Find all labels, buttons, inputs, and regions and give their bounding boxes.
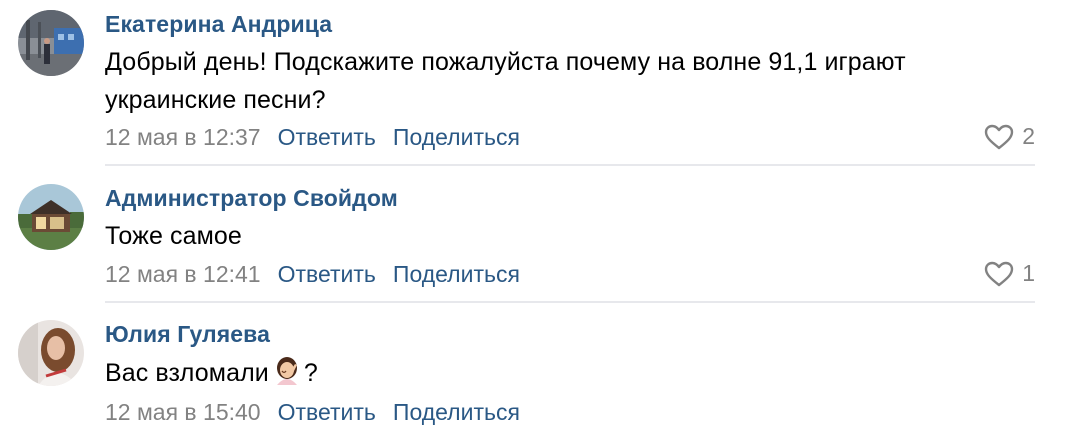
share-button[interactable]: Поделиться: [393, 261, 520, 288]
comment: Администратор Свойдом Тоже самое 12 мая …: [0, 166, 1066, 304]
comment-text-part: ?: [303, 359, 318, 387]
comment-text: Добрый день! Подскажите пожалуйста почем…: [105, 48, 906, 114]
comment-date[interactable]: 12 мая в 15:40: [105, 399, 261, 426]
avatar[interactable]: [18, 184, 84, 250]
heart-icon: [984, 124, 1014, 150]
like-count: 2: [1022, 123, 1035, 149]
heart-icon: [984, 261, 1014, 287]
like-button[interactable]: 1: [984, 260, 1035, 287]
like-count: 1: [1022, 260, 1035, 286]
comment-meta: 12 мая в 15:40 Ответить Поделиться: [105, 399, 520, 426]
divider: [105, 301, 1035, 303]
comment-author[interactable]: Екатерина Андрица: [105, 11, 332, 38]
avatar-photo-train-station: [18, 10, 84, 76]
comment-author[interactable]: Администратор Свойдом: [105, 185, 398, 212]
avatar[interactable]: [18, 320, 84, 386]
share-button[interactable]: Поделиться: [393, 399, 520, 426]
comment-author[interactable]: Юлия Гуляева: [105, 321, 270, 348]
avatar-photo-house: [18, 184, 84, 250]
person-facepalming-icon: [271, 355, 303, 398]
comment-meta: 12 мая в 12:37 Ответить Поделиться: [105, 124, 520, 151]
comment-text: Вас взломали ?: [105, 354, 1005, 398]
comment: Екатерина Андрица Добрый день! Подскажит…: [0, 0, 1066, 166]
reply-button[interactable]: Ответить: [278, 399, 376, 426]
avatar-photo-woman: [18, 320, 84, 386]
avatar[interactable]: [18, 10, 84, 76]
share-button[interactable]: Поделиться: [393, 124, 520, 151]
comment-text-part: Вас взломали: [105, 359, 269, 387]
comment-text: Тоже самое: [105, 222, 242, 250]
comment-date[interactable]: 12 мая в 12:41: [105, 261, 261, 288]
reply-button[interactable]: Ответить: [278, 261, 376, 288]
comment-meta: 12 мая в 12:41 Ответить Поделиться: [105, 261, 520, 288]
reply-button[interactable]: Ответить: [278, 124, 376, 151]
like-button[interactable]: 2: [984, 123, 1035, 150]
comment-date[interactable]: 12 мая в 12:37: [105, 124, 261, 151]
comment: Юлия Гуляева Вас взломали ? 12 мая в 15:…: [0, 304, 1066, 440]
